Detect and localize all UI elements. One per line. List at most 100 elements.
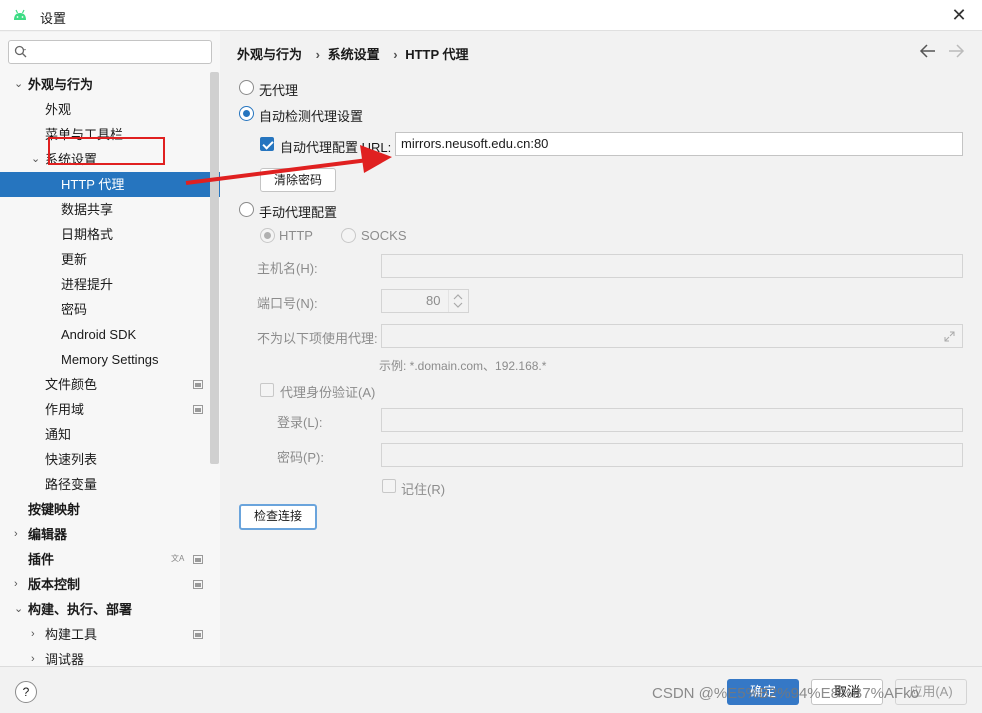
auto-detect-radio[interactable] (239, 106, 254, 121)
socks-label: SOCKS (361, 228, 407, 243)
sidebar-item-label: 路径变量 (45, 477, 98, 492)
sidebar-item[interactable]: 快速列表 (0, 447, 220, 472)
proxy-auth-label: 代理身份验证(A) (280, 385, 376, 400)
auto-config-label: 自动代理配置 URL: (280, 140, 392, 155)
sidebar-item-label: 编辑器 (28, 527, 68, 542)
no-proxy-radio[interactable] (239, 80, 254, 95)
auto-config-url-input[interactable]: mirrors.neusoft.edu.cn:80 (395, 132, 963, 156)
sidebar-item[interactable]: › 版本控制 (0, 572, 220, 597)
breadcrumb-separator: › (315, 47, 320, 62)
host-input[interactable] (381, 254, 963, 278)
project-level-icon (193, 555, 203, 564)
sidebar-scrollbar[interactable] (210, 72, 219, 464)
sidebar-item[interactable]: 日期格式 (0, 222, 220, 247)
chevron-right-icon[interactable]: › (31, 622, 41, 647)
spinner-icon[interactable] (448, 290, 468, 312)
sidebar-item[interactable]: ⌄ 外观与行为 (0, 72, 220, 97)
sidebar-item[interactable]: 更新 (0, 247, 220, 272)
login-label: 登录(L): (277, 415, 323, 430)
sidebar-item[interactable]: › 构建工具 (0, 622, 220, 647)
example-hint: 示例: *.domain.com、192.168.* (379, 359, 547, 373)
auto-detect-label: 自动检测代理设置 (259, 109, 364, 124)
sidebar-item-label: 调试器 (45, 652, 85, 666)
sidebar-item-label: 进程提升 (61, 277, 114, 292)
project-level-icon (193, 580, 203, 589)
sidebar-item[interactable]: HTTP 代理 (0, 172, 220, 197)
check-connection-button[interactable]: 检查连接 (239, 504, 317, 530)
sidebar-item[interactable]: 数据共享 (0, 197, 220, 222)
http-label: HTTP (279, 228, 313, 243)
socks-radio[interactable] (341, 228, 356, 243)
sidebar-item-label: 外观 (45, 102, 72, 117)
back-arrow-icon[interactable] (919, 43, 937, 59)
project-level-icon (193, 630, 203, 639)
no-proxy-for-label: 不为以下项使用代理: (257, 331, 378, 346)
sidebar-item[interactable]: 外观 (0, 97, 220, 122)
no-proxy-label: 无代理 (259, 83, 299, 98)
project-level-icon (193, 405, 203, 414)
sidebar-item-label: 文件颜色 (45, 377, 98, 392)
sidebar-item[interactable]: 路径变量 (0, 472, 220, 497)
sidebar-item-label: Android SDK (61, 327, 137, 342)
forward-arrow-icon[interactable] (947, 43, 965, 59)
remember-checkbox[interactable] (382, 479, 396, 493)
chevron-down-icon[interactable]: ⌄ (14, 72, 24, 97)
settings-content: 外观与行为 › 系统设置 › HTTP 代理 无代理 自动检测代理设置 自动代理… (220, 32, 982, 666)
remember-label: 记住(R) (401, 482, 446, 497)
password-label: 密码(P): (277, 450, 324, 465)
sidebar-item[interactable]: 文件颜色 (0, 372, 220, 397)
port-value: 80 (426, 293, 441, 308)
sidebar-item[interactable]: 密码 (0, 297, 220, 322)
chevron-down-icon[interactable]: ⌄ (31, 147, 41, 172)
password-input[interactable] (381, 443, 963, 467)
sidebar-item-label: HTTP 代理 (61, 177, 125, 192)
sidebar-item[interactable]: ⌄ 构建、执行、部署 (0, 597, 220, 622)
port-stepper[interactable]: 80 (381, 289, 469, 313)
search-input[interactable] (8, 40, 212, 64)
chevron-right-icon[interactable]: › (14, 522, 24, 547)
sidebar-item[interactable]: 进程提升 (0, 272, 220, 297)
sidebar-item-label: 日期格式 (61, 227, 114, 242)
watermark: CSDN @%E5%B2%94%E8%B7%AFko (652, 685, 920, 702)
no-proxy-for-input[interactable] (381, 324, 963, 348)
sidebar-item-label: 构建、执行、部署 (28, 602, 133, 617)
search-icon (14, 45, 27, 58)
port-label: 端口号(N): (257, 296, 318, 311)
http-radio[interactable] (260, 228, 275, 243)
manual-proxy-label: 手动代理配置 (259, 205, 338, 220)
sidebar-item-label: Memory Settings (61, 352, 159, 367)
sidebar-item[interactable]: 通知 (0, 422, 220, 447)
sidebar-item[interactable]: 按键映射 (0, 497, 220, 522)
breadcrumb-item[interactable]: 系统设置 (328, 47, 380, 62)
sidebar-item-label: 按键映射 (28, 502, 81, 517)
window-title: 设置 (40, 11, 67, 26)
sidebar-item[interactable]: › 调试器 (0, 647, 220, 666)
help-icon[interactable]: ? (15, 681, 37, 703)
manual-proxy-radio[interactable] (239, 202, 254, 217)
translate-icon: 文A (171, 554, 185, 563)
clear-password-button[interactable]: 清除密码 (260, 168, 336, 192)
expand-icon[interactable] (944, 331, 955, 342)
settings-sidebar: ⌄ 外观与行为 外观 菜单与工具栏 ⌄ 系统设置 HTTP 代理 数据共享 日期格式 更新 进程提升… (0, 32, 220, 666)
sidebar-item[interactable]: 作用域 (0, 397, 220, 422)
sidebar-item[interactable]: Memory Settings (0, 347, 220, 372)
chevron-right-icon[interactable]: › (14, 572, 24, 597)
login-input[interactable] (381, 408, 963, 432)
auto-config-checkbox[interactable] (260, 137, 274, 151)
title-bar: 设置 ✕ (0, 0, 982, 31)
sidebar-item[interactable]: › 编辑器 (0, 522, 220, 547)
sidebar-item-label: 构建工具 (45, 627, 98, 642)
proxy-auth-checkbox[interactable] (260, 383, 274, 397)
project-level-icon (193, 380, 203, 389)
close-icon[interactable]: ✕ (950, 6, 968, 24)
sidebar-item[interactable]: Android SDK (0, 322, 220, 347)
chevron-right-icon[interactable]: › (31, 647, 41, 666)
sidebar-item-label: 数据共享 (61, 202, 114, 217)
sidebar-item-label: 插件 (28, 552, 55, 567)
sidebar-item[interactable]: 插件 文A (0, 547, 220, 572)
chevron-down-icon[interactable]: ⌄ (14, 597, 24, 622)
dialog-footer: ? 确定 取消 应用(A) CSDN @%E5%B2%94%E8%B7%AFko (0, 666, 982, 713)
sidebar-item-label: 作用域 (45, 402, 85, 417)
breadcrumb-separator: › (393, 47, 398, 62)
breadcrumb-item[interactable]: 外观与行为 (237, 47, 302, 62)
